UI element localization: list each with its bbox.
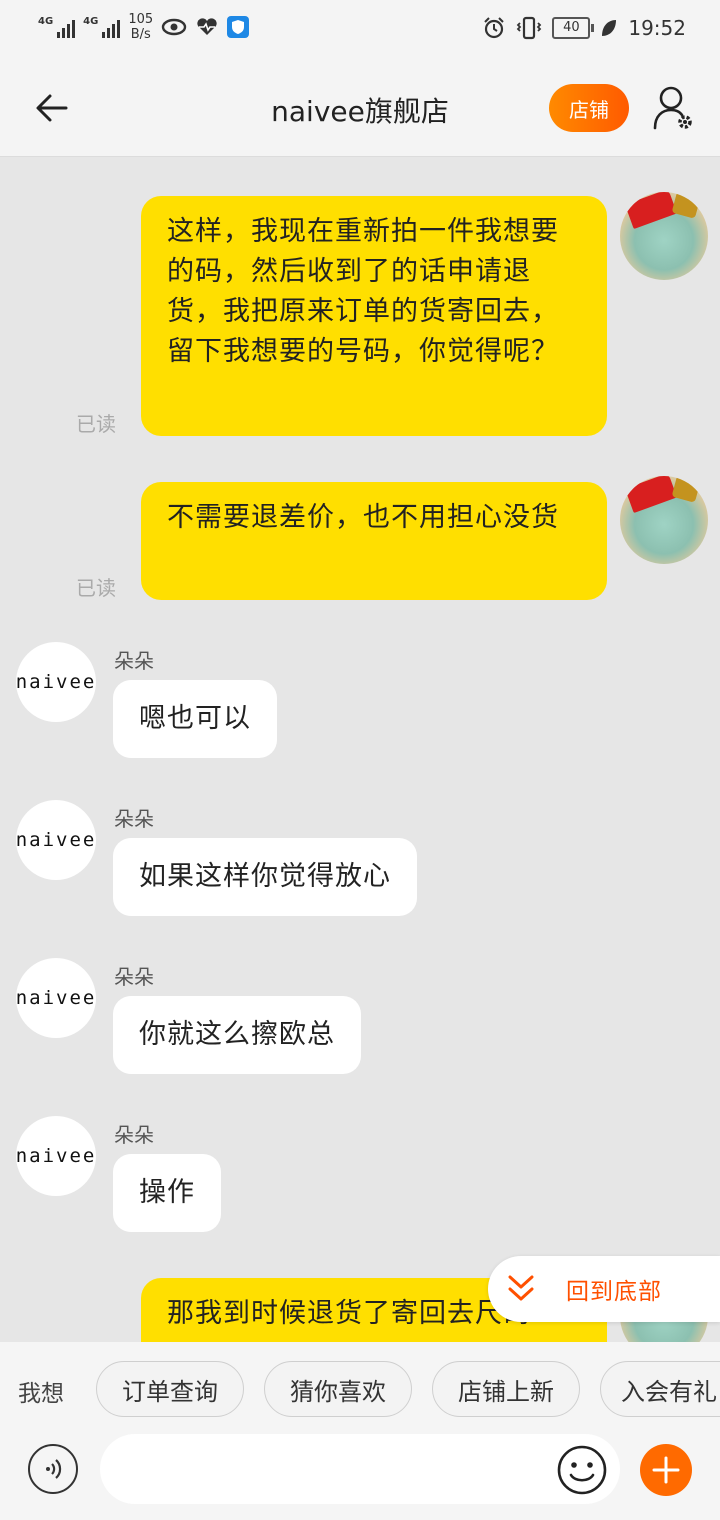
input-bar — [0, 1434, 720, 1520]
sender-name: 朵朵 — [114, 1123, 154, 1147]
emoji-icon[interactable] — [556, 1444, 608, 1496]
status-right: 40 19:52 — [482, 16, 686, 40]
leaf-icon — [602, 20, 617, 36]
chip-member-gift[interactable]: 入会有礼 — [600, 1361, 720, 1417]
message-bubble[interactable]: 不需要退差价，也不用担心没货 — [141, 482, 607, 600]
double-chevron-down-icon — [508, 1275, 534, 1301]
alarm-icon — [484, 17, 505, 39]
voice-button[interactable] — [28, 1444, 78, 1494]
message-bubble[interactable]: 嗯也可以 — [113, 680, 277, 758]
network-type-1: 4G — [38, 16, 54, 27]
chip-new-arrivals[interactable]: 店铺上新 — [432, 1361, 580, 1417]
shop-avatar[interactable]: naivee — [16, 1116, 96, 1196]
read-status: 已读 — [76, 576, 116, 600]
message-bubble[interactable]: 你就这么擦欧总 — [113, 996, 361, 1074]
network-type-2: 4G — [83, 16, 99, 27]
heart-rate-icon — [197, 18, 217, 35]
status-left: 4G 4G 105 B/s — [38, 12, 250, 42]
shop-avatar[interactable]: naivee — [16, 800, 96, 880]
back-to-bottom-button[interactable]: 回到底部 — [488, 1256, 720, 1322]
sender-name: 朵朵 — [114, 965, 154, 989]
eye-icon — [161, 18, 187, 36]
more-button[interactable] — [640, 1444, 692, 1496]
my-avatar[interactable] — [620, 476, 708, 564]
back-to-bottom-label: 回到底部 — [566, 1279, 662, 1305]
vibrate-icon — [517, 16, 542, 40]
message-bubble[interactable]: 这样，我现在重新拍一件我想要的码，然后收到了的话申请退货，我把原来订单的货寄回去… — [141, 196, 607, 436]
clock: 19:52 — [628, 16, 686, 40]
speed-value: 105 — [128, 12, 154, 27]
message-bubble[interactable]: 操作 — [113, 1154, 221, 1232]
quick-label: 我想 — [18, 1381, 64, 1407]
shop-button[interactable]: 店铺 — [549, 84, 629, 132]
shield-icon — [227, 16, 250, 38]
signal-icon-2: 4G — [83, 16, 121, 38]
status-bar: 4G 4G 105 B/s 40 19:52 — [0, 0, 720, 62]
sender-name: 朵朵 — [114, 649, 154, 673]
message-bubble[interactable]: 如果这样你觉得放心 — [113, 838, 417, 916]
my-avatar[interactable] — [620, 192, 708, 280]
sender-name: 朵朵 — [114, 807, 154, 831]
quick-actions-bar: 我想 订单查询 猜你喜欢 店铺上新 入会有礼 — [0, 1342, 720, 1438]
message-input[interactable] — [100, 1434, 620, 1504]
battery-icon: 40 — [552, 17, 595, 39]
shop-avatar[interactable]: naivee — [16, 958, 96, 1038]
chip-order-query[interactable]: 订单查询 — [96, 1361, 244, 1417]
voice-icon — [46, 1459, 62, 1479]
chat-header: naivee旗舰店 店铺 — [0, 62, 720, 157]
read-status: 已读 — [76, 412, 116, 436]
speed-unit: B/s — [130, 27, 151, 42]
chip-recommend[interactable]: 猜你喜欢 — [264, 1361, 412, 1417]
plus-icon — [652, 1456, 680, 1484]
user-settings-icon[interactable] — [652, 84, 696, 132]
signal-icon: 4G — [38, 16, 76, 38]
network-speed: 105 B/s — [128, 12, 153, 42]
shop-avatar[interactable]: naivee — [16, 642, 96, 722]
